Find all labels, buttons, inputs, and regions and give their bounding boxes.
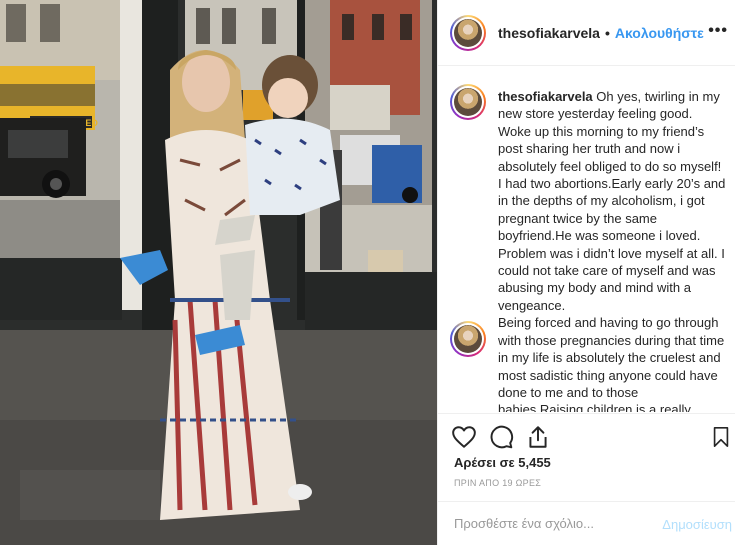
username-link[interactable]: thesofiakarvela: [498, 25, 600, 41]
post-side-panel: thesofiakarvela • Ακολουθήστε ••• thesof…: [437, 0, 735, 545]
post-photo[interactable]: ONSOLIDATED: [0, 0, 437, 545]
comment-bubble-icon[interactable]: [488, 424, 514, 450]
comment-input[interactable]: [454, 516, 644, 531]
comments-scroll-area[interactable]: thesofiakarvela Oh yes, twirling in my n…: [438, 67, 735, 412]
dot-separator: •: [604, 24, 610, 41]
caption-text: Oh yes, twirling in my new store yesterd…: [498, 89, 726, 313]
bookmark-icon[interactable]: [710, 424, 732, 450]
post-caption: thesofiakarvela Oh yes, twirling in my n…: [498, 88, 726, 412]
post-timestamp[interactable]: ΠΡΙΝ ΑΠΟ 19 ΩΡΕΣ: [454, 478, 541, 488]
action-bar: [438, 413, 735, 459]
avatar[interactable]: [450, 14, 486, 51]
caption-text-continued: Being forced and having to go through wi…: [498, 315, 725, 412]
photo-scene: ONSOLIDATED: [0, 0, 437, 545]
caption-avatar[interactable]: [450, 84, 486, 120]
comment-avatar[interactable]: [450, 321, 486, 357]
caption-username[interactable]: thesofiakarvela: [498, 89, 593, 104]
post-comment-button[interactable]: Δημοσίευση: [662, 517, 732, 532]
post-header: thesofiakarvela • Ακολουθήστε •••: [438, 0, 735, 66]
comment-bar: Δημοσίευση: [438, 501, 735, 545]
likes-count[interactable]: Αρέσει σε 5,455: [454, 455, 551, 470]
more-options-icon[interactable]: •••: [708, 22, 728, 40]
share-icon[interactable]: [525, 424, 551, 450]
follow-button[interactable]: Ακολουθήστε: [615, 25, 704, 41]
heart-icon[interactable]: [451, 424, 477, 450]
